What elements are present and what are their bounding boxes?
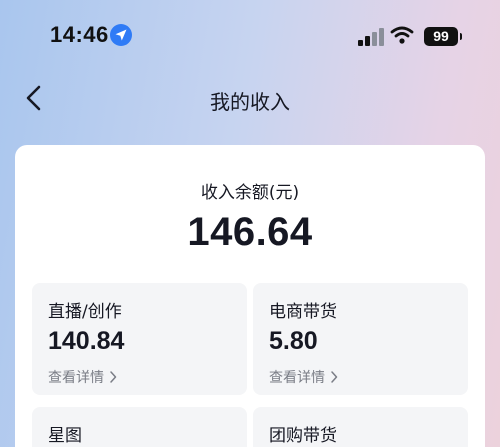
tile-ecommerce[interactable]: 电商带货 5.80 查看详情 — [253, 283, 468, 395]
view-details-link[interactable]: 查看详情 — [269, 367, 338, 387]
view-details-label: 查看详情 — [269, 370, 325, 386]
balance-label: 收入余额(元) — [200, 183, 300, 203]
tile-label: 团购带货 — [269, 426, 337, 446]
chevron-right-icon — [330, 371, 338, 387]
signal-icon — [358, 28, 384, 46]
view-details-link[interactable]: 查看详情 — [48, 367, 117, 387]
tile-value: 140.84 — [48, 327, 125, 355]
tile-label: 电商带货 — [269, 302, 337, 322]
wifi-icon — [390, 26, 414, 48]
tile-live-creation[interactable]: 直播/创作 140.84 查看详情 — [32, 283, 247, 395]
tile-xingtu[interactable]: 星图 — [32, 407, 247, 447]
chevron-right-icon — [109, 371, 117, 387]
balance-value: 146.64 — [187, 210, 313, 254]
status-time: 14:46 — [50, 22, 109, 47]
tile-label: 星图 — [48, 426, 82, 446]
location-arrow-icon — [110, 24, 132, 46]
tile-label: 直播/创作 — [48, 302, 122, 322]
status-bar: 14:46 99 — [0, 0, 500, 70]
view-details-label: 查看详情 — [48, 370, 104, 386]
nav-bar: 我的收入 — [0, 72, 500, 122]
battery-icon: 99 — [424, 27, 462, 46]
income-card: 收入余额(元) 146.64 直播/创作 140.84 查看详情 电商带货 5.… — [15, 145, 485, 447]
tile-group-buying[interactable]: 团购带货 — [253, 407, 468, 447]
tile-value: 5.80 — [269, 327, 318, 355]
page-title: 我的收入 — [210, 90, 290, 114]
